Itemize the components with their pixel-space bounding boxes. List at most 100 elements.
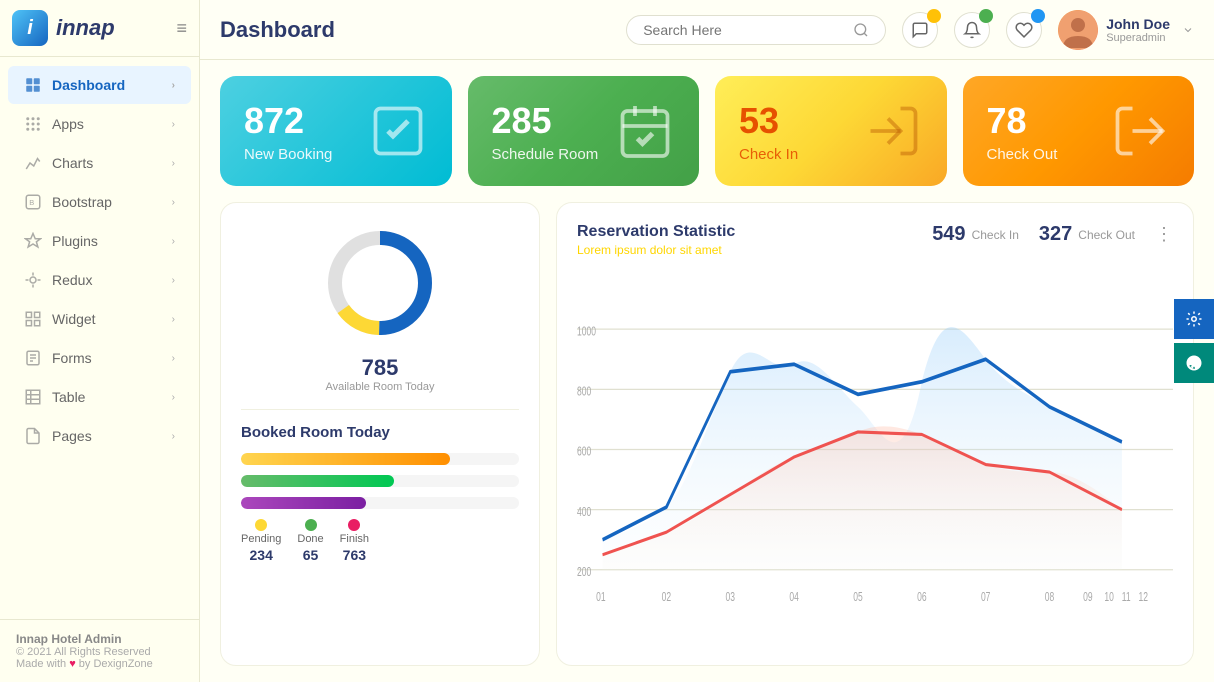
booked-section: Booked Room Today [241, 424, 519, 563]
chart-more-button[interactable]: ⋮ [1155, 224, 1173, 245]
stat-card-check-in[interactable]: 53 Check In [715, 76, 947, 186]
charts-icon [24, 154, 42, 172]
chart-header: Reservation Statistic Lorem ipsum dolor … [577, 223, 1173, 257]
progress-bar-done [241, 475, 519, 487]
user-name: John Doe [1106, 16, 1170, 32]
svg-text:09: 09 [1083, 591, 1092, 605]
sidebar-item-charts[interactable]: Charts › [8, 144, 191, 182]
chart-stats: 549 Check In 327 Check Out ⋮ [932, 223, 1173, 246]
stat-number-check-in: 53 [739, 100, 798, 142]
logo-text: innap [56, 15, 115, 41]
svg-text:12: 12 [1138, 591, 1147, 605]
hamburger-icon[interactable]: ≡ [176, 18, 187, 39]
redux-icon [24, 271, 42, 289]
widget-icon [24, 310, 42, 328]
dashboard-content: 872 New Booking 285 Schedule Room 53 Che… [200, 60, 1214, 682]
sidebar-item-redux[interactable]: Redux › [8, 261, 191, 299]
stat-label-new-booking: New Booking [244, 146, 332, 163]
stat-number-schedule: 285 [492, 100, 599, 142]
stat-card-new-booking[interactable]: 872 New Booking [220, 76, 452, 186]
sidebar: i innap ≡ Dashboard › Apps › Charts › B … [0, 0, 200, 682]
stat-label-check-in: Check In [739, 146, 798, 163]
chevron-icon: › [172, 158, 175, 169]
sidebar-item-dashboard[interactable]: Dashboard › [8, 66, 191, 104]
sidebar-label-redux: Redux [52, 272, 92, 288]
chart-panel: Reservation Statistic Lorem ipsum dolor … [556, 202, 1194, 666]
checkout-count: 327 [1039, 223, 1072, 246]
chart-title: Reservation Statistic [577, 223, 735, 241]
sidebar-item-widget[interactable]: Widget › [8, 300, 191, 338]
sidebar-label-dashboard: Dashboard [52, 77, 125, 93]
chevron-icon: › [172, 236, 175, 247]
pages-icon [24, 427, 42, 445]
heart-badge [1031, 9, 1045, 23]
sidebar-item-forms[interactable]: Forms › [8, 339, 191, 377]
settings-float-button[interactable] [1174, 299, 1214, 339]
progress-fill-done [241, 475, 394, 487]
search-icon[interactable] [853, 22, 869, 38]
sidebar-item-apps[interactable]: Apps › [8, 105, 191, 143]
svg-text:03: 03 [726, 591, 735, 605]
stat-card-schedule-room[interactable]: 285 Schedule Room [468, 76, 700, 186]
legend-done: Done 65 [297, 519, 323, 563]
chevron-icon: › [172, 314, 175, 325]
chevron-icon: › [172, 275, 175, 286]
footer-made: Made with ♥ by DexignZone [16, 658, 183, 670]
search-container [626, 15, 886, 45]
legend-label-pending: Pending [241, 533, 281, 545]
avatar-image [1058, 10, 1098, 50]
heart-icon [1015, 21, 1033, 39]
float-buttons [1174, 299, 1214, 383]
stat-card-check-out[interactable]: 78 Check Out [963, 76, 1195, 186]
checkin-count: 549 [932, 223, 965, 246]
chart-subtitle: Lorem ipsum dolor sit amet [577, 243, 735, 257]
legend-row: Pending 234 Done 65 Finish 763 [241, 519, 519, 563]
topbar: Dashboard [200, 0, 1214, 60]
theme-float-button[interactable] [1174, 343, 1214, 383]
sidebar-label-bootstrap: Bootstrap [52, 194, 112, 210]
sidebar-item-pages[interactable]: Pages › [8, 417, 191, 455]
legend-value-pending: 234 [250, 547, 273, 563]
forms-icon [24, 349, 42, 367]
schedule-icon [615, 101, 675, 161]
sidebar-label-pages: Pages [52, 428, 92, 444]
line-chart: 200 400 600 800 1000 [577, 269, 1173, 645]
stat-label-check-out: Check Out [987, 146, 1058, 163]
stats-row: 872 New Booking 285 Schedule Room 53 Che… [220, 76, 1194, 186]
progress-track-done [241, 475, 519, 487]
legend-finish: Finish 763 [340, 519, 369, 563]
checkout-icon [1110, 101, 1170, 161]
legend-label-done: Done [297, 533, 323, 545]
sidebar-label-forms: Forms [52, 350, 92, 366]
legend-pending: Pending 234 [241, 519, 281, 563]
search-input[interactable] [643, 22, 845, 38]
chevron-icon: › [172, 197, 175, 208]
svg-text:B: B [29, 198, 34, 207]
sidebar-label-widget: Widget [52, 311, 96, 327]
bell-icon [963, 21, 981, 39]
sidebar-header: i innap ≡ [0, 0, 199, 57]
sidebar-item-table[interactable]: Table › [8, 378, 191, 416]
svg-text:08: 08 [1045, 591, 1054, 605]
checkin-icon [863, 101, 923, 161]
plugins-icon [24, 232, 42, 250]
sidebar-item-bootstrap[interactable]: B Bootstrap › [8, 183, 191, 221]
chat-button[interactable] [902, 12, 938, 48]
bottom-row: 785 Available Room Today Booked Room Tod… [220, 202, 1194, 666]
dot-finish [348, 519, 360, 531]
sidebar-item-plugins[interactable]: Plugins › [8, 222, 191, 260]
sidebar-label-table: Table [52, 389, 85, 405]
sidebar-label-apps: Apps [52, 116, 84, 132]
bell-button[interactable] [954, 12, 990, 48]
page-title: Dashboard [220, 17, 335, 43]
donut-svg [320, 223, 440, 343]
settings-icon [1185, 310, 1203, 328]
sidebar-footer: Innap Hotel Admin © 2021 All Rights Rese… [0, 619, 199, 682]
avatar [1058, 10, 1098, 50]
progress-fill-pending [241, 453, 450, 465]
heart-button[interactable] [1006, 12, 1042, 48]
heart-icon: ♥ [69, 658, 76, 670]
chevron-icon: › [172, 353, 175, 364]
chart-area: 200 400 600 800 1000 [577, 269, 1173, 645]
user-profile[interactable]: John Doe Superadmin [1058, 10, 1194, 50]
